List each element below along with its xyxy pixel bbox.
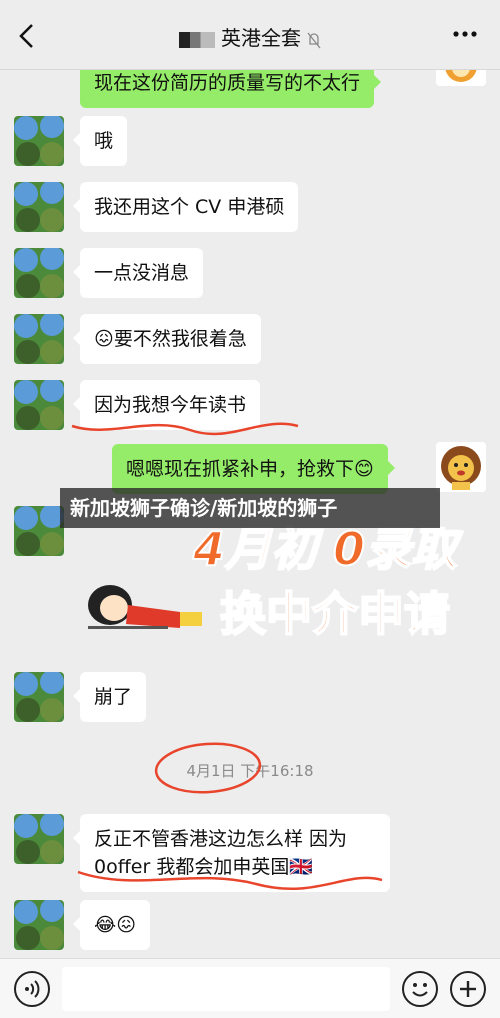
more-dots-icon[interactable] <box>452 30 478 38</box>
timestamp: 4月1日 下午16:18 <box>186 762 314 780</box>
sticker-line1: 4月初 0录取 <box>192 522 463 576</box>
chat-title-text: 英港全套 <box>221 26 301 50</box>
contact-avatar[interactable] <box>14 116 64 166</box>
message-text: 哦 <box>94 130 114 152</box>
emoji-glyph: 😖 <box>94 328 114 350</box>
message-bubble[interactable]: 我还用这个 CV 申港硕 <box>72 182 299 232</box>
message-text: 嗯嗯现在抓紧补申，抢救下 <box>126 458 355 480</box>
message-text: 因为我想今年读书 <box>94 394 247 416</box>
contact-avatar[interactable] <box>14 900 64 950</box>
message-bubble[interactable]: 嗯嗯现在抓紧补申，抢救下😊 <box>112 444 395 494</box>
my-avatar[interactable] <box>436 70 486 86</box>
message-bubble[interactable]: 一点没消息 <box>72 248 204 298</box>
message-bubble[interactable]: 现在这份简历的质量写的不太行 <box>80 70 382 108</box>
contact-avatar[interactable] <box>14 248 64 298</box>
message-bubble[interactable]: 哦 <box>72 116 128 166</box>
input-bar <box>0 958 500 1018</box>
contact-avatar[interactable] <box>14 814 64 864</box>
message-text: 一点没消息 <box>94 262 190 284</box>
message-bubble[interactable]: 😖要不然我很着急 <box>73 314 261 364</box>
emoji-glyph: 😂😖 <box>94 914 137 936</box>
sticker-line2: 换中介申请 <box>220 587 450 641</box>
lying-cartoon-icon <box>88 585 202 629</box>
contact-avatar[interactable] <box>14 672 64 722</box>
contact-avatar[interactable] <box>14 314 64 364</box>
emoji-glyph: 🇬🇧 <box>289 856 314 878</box>
chat-title: 英港全套 <box>0 22 500 51</box>
message-bubble[interactable]: 😂😖 <box>72 900 151 950</box>
contact-avatar[interactable] <box>14 182 64 232</box>
redacted-name <box>179 31 215 48</box>
message-bubble[interactable]: 因为我想今年读书 <box>72 380 261 430</box>
emoji-glyph: 😊 <box>354 458 374 480</box>
emoji-icon[interactable] <box>402 971 438 1007</box>
plus-icon[interactable] <box>450 971 486 1007</box>
voice-icon[interactable] <box>14 971 50 1007</box>
overlay-caption: 新加坡狮子确诊/新加坡的狮子 <box>60 488 440 528</box>
message-text: 我还用这个 CV 申港硕 <box>94 196 285 218</box>
message-bubble[interactable]: 反正不管香港这边怎么样 因为0offer 我都会加申英国🇬🇧 <box>73 814 390 892</box>
message-bubble[interactable]: 崩了 <box>72 672 147 722</box>
message-input[interactable] <box>62 967 390 1011</box>
contact-avatar[interactable] <box>14 380 64 430</box>
chat-header: 英港全套 <box>0 0 500 70</box>
contact-avatar[interactable] <box>14 506 64 556</box>
message-text: 现在这份简历的质量写的不太行 <box>94 72 361 94</box>
message-text: 要不然我很着急 <box>113 328 247 350</box>
mute-bell-icon <box>307 32 321 48</box>
my-avatar[interactable] <box>436 442 486 492</box>
message-text: 崩了 <box>94 686 133 708</box>
